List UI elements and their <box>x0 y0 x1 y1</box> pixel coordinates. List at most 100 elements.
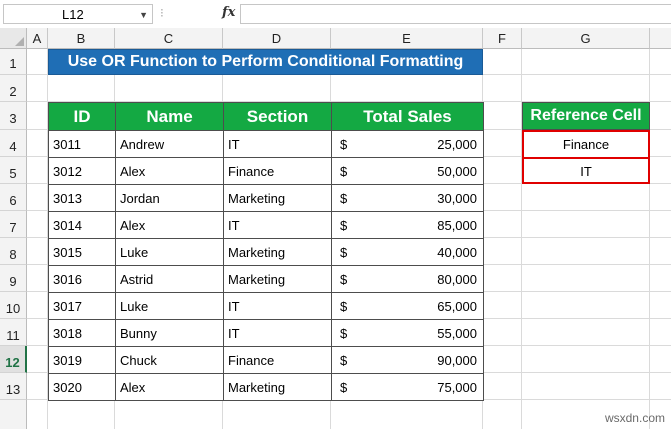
sheet-title[interactable]: Use OR Function to Perform Conditional F… <box>48 49 483 75</box>
select-all-button[interactable] <box>0 28 27 49</box>
table-row: 3011 Andrew IT $25,000 <box>48 130 484 158</box>
cell-name[interactable]: Chuck <box>115 346 224 374</box>
currency-symbol: $ <box>340 272 348 287</box>
header-id[interactable]: ID <box>48 102 116 131</box>
row-header-14[interactable] <box>0 400 27 429</box>
table-row: 3014 Alex IT $85,000 <box>48 211 484 239</box>
table-row: 3017 Luke IT $65,000 <box>48 292 484 320</box>
row-header-13[interactable]: 13 <box>0 373 27 400</box>
cell-id[interactable]: 3011 <box>48 130 116 158</box>
reference-value-finance[interactable]: Finance <box>524 132 648 157</box>
cell-section[interactable]: Marketing <box>223 238 332 266</box>
cell-total-sales[interactable]: $80,000 <box>331 265 484 293</box>
currency-symbol: $ <box>340 299 348 314</box>
cell-name[interactable]: Andrew <box>115 130 224 158</box>
table-row: 3016 Astrid Marketing $80,000 <box>48 265 484 293</box>
cell-section[interactable]: IT <box>223 319 332 347</box>
column-header-d[interactable]: D <box>223 28 331 49</box>
cell-section[interactable]: IT <box>223 130 332 158</box>
cell-name[interactable]: Jordan <box>115 184 224 212</box>
insert-function-button[interactable]: fx <box>222 5 235 20</box>
row-header-9[interactable]: 9 <box>0 265 27 292</box>
name-box-value: L12 <box>62 7 84 22</box>
row-header-6[interactable]: 6 <box>0 184 27 211</box>
table-row: 3018 Bunny IT $55,000 <box>48 319 484 347</box>
row-header-7[interactable]: 7 <box>0 211 27 238</box>
column-header-g[interactable]: G <box>522 28 650 49</box>
column-header-c[interactable]: C <box>115 28 223 49</box>
cell-total-sales[interactable]: $25,000 <box>331 130 484 158</box>
currency-symbol: $ <box>340 164 348 179</box>
reference-cell-box: Finance IT <box>522 130 650 184</box>
column-header-f[interactable]: F <box>483 28 522 49</box>
cell-name[interactable]: Luke <box>115 292 224 320</box>
cell-name[interactable]: Alex <box>115 373 224 401</box>
cell-total-sales[interactable]: $65,000 <box>331 292 484 320</box>
column-header-e[interactable]: E <box>331 28 483 49</box>
name-box[interactable]: L12 ▼ <box>3 4 153 24</box>
row-header-4[interactable]: 4 <box>0 130 27 157</box>
cell-total-sales[interactable]: $90,000 <box>331 346 484 374</box>
row-header-3[interactable]: 3 <box>0 102 27 130</box>
sales-table: ID Name Section Total Sales 3011 Andrew IT… <box>48 102 484 401</box>
cell-total-sales[interactable]: $55,000 <box>331 319 484 347</box>
cell-id[interactable]: 3018 <box>48 319 116 347</box>
cell-section[interactable]: Marketing <box>223 373 332 401</box>
cell-name[interactable]: Alex <box>115 211 224 239</box>
sales-amount: 40,000 <box>437 245 477 260</box>
table-row: 3013 Jordan Marketing $30,000 <box>48 184 484 212</box>
cell-section[interactable]: IT <box>223 211 332 239</box>
cell-id[interactable]: 3017 <box>48 292 116 320</box>
cell-total-sales[interactable]: $50,000 <box>331 157 484 185</box>
row-header-2[interactable]: 2 <box>0 75 27 102</box>
reference-value-it[interactable]: IT <box>524 159 648 184</box>
cell-total-sales[interactable]: $85,000 <box>331 211 484 239</box>
row-header-5[interactable]: 5 <box>0 157 27 184</box>
cell-id[interactable]: 3012 <box>48 157 116 185</box>
cell-id[interactable]: 3020 <box>48 373 116 401</box>
formula-bar-controls: ⁝ fx <box>160 4 236 24</box>
cell-id[interactable]: 3019 <box>48 346 116 374</box>
currency-symbol: $ <box>340 218 348 233</box>
cell-name[interactable]: Bunny <box>115 319 224 347</box>
sales-amount: 80,000 <box>437 272 477 287</box>
cell-total-sales[interactable]: $40,000 <box>331 238 484 266</box>
sales-amount: 25,000 <box>437 137 477 152</box>
header-total-sales[interactable]: Total Sales <box>331 102 484 131</box>
cell-id[interactable]: 3016 <box>48 265 116 293</box>
column-header-empty[interactable] <box>650 28 671 49</box>
row-header-11[interactable]: 11 <box>0 319 27 346</box>
cell-section[interactable]: Finance <box>223 346 332 374</box>
cell-name[interactable]: Luke <box>115 238 224 266</box>
cell-section[interactable]: Marketing <box>223 184 332 212</box>
sales-amount: 75,000 <box>437 380 477 395</box>
cell-total-sales[interactable]: $75,000 <box>331 373 484 401</box>
cell-total-sales[interactable]: $30,000 <box>331 184 484 212</box>
table-row: 3012 Alex Finance $50,000 <box>48 157 484 185</box>
row-header-10[interactable]: 10 <box>0 292 27 319</box>
cell-id[interactable]: 3015 <box>48 238 116 266</box>
currency-symbol: $ <box>340 191 348 206</box>
grip-icon[interactable]: ⁝ <box>160 6 170 22</box>
cell-name[interactable]: Alex <box>115 157 224 185</box>
formula-input[interactable] <box>240 4 671 24</box>
currency-symbol: $ <box>340 137 348 152</box>
header-name[interactable]: Name <box>115 102 224 131</box>
row-header-1[interactable]: 1 <box>0 49 27 75</box>
cell-section[interactable]: Finance <box>223 157 332 185</box>
reference-cell-header[interactable]: Reference Cell <box>522 102 650 130</box>
table-row: 3019 Chuck Finance $90,000 <box>48 346 484 374</box>
column-header-b[interactable]: B <box>48 28 115 49</box>
cell-id[interactable]: 3013 <box>48 184 116 212</box>
column-header-a[interactable]: A <box>27 28 48 49</box>
cell-section[interactable]: Marketing <box>223 265 332 293</box>
currency-symbol: $ <box>340 380 348 395</box>
table-header-row: ID Name Section Total Sales <box>48 102 484 131</box>
cell-id[interactable]: 3014 <box>48 211 116 239</box>
cell-section[interactable]: IT <box>223 292 332 320</box>
row-header-12[interactable]: 12 <box>0 346 27 373</box>
row-header-8[interactable]: 8 <box>0 238 27 265</box>
cell-name[interactable]: Astrid <box>115 265 224 293</box>
header-section[interactable]: Section <box>223 102 332 131</box>
chevron-down-icon[interactable]: ▼ <box>139 5 148 25</box>
